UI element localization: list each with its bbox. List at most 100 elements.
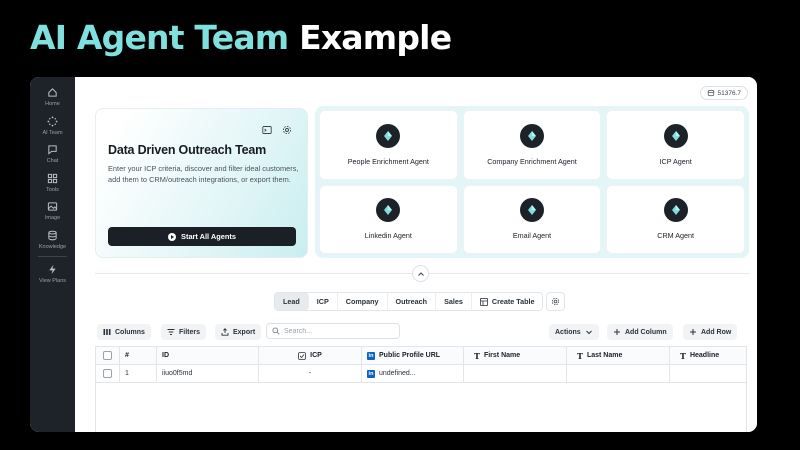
row-number: 1: [120, 365, 157, 382]
cell-last-name[interactable]: [567, 365, 670, 382]
tab-sales[interactable]: Sales: [436, 293, 472, 310]
terminal-icon[interactable]: [261, 124, 272, 135]
columns-button[interactable]: Columns: [97, 324, 151, 340]
select-all-cell: [96, 347, 120, 364]
credits-badge: 51376.7: [699, 86, 748, 100]
table-settings-button[interactable]: [546, 292, 565, 311]
agent-card-email[interactable]: Email Agent: [462, 184, 602, 254]
tab-outreach[interactable]: Outreach: [388, 293, 437, 310]
sidebar-item-chat[interactable]: Chat: [30, 144, 75, 164]
table-tabs: Lead ICP Company Outreach Sales Create T…: [274, 292, 544, 311]
collapse-button[interactable]: [412, 265, 429, 282]
column-header-headline[interactable]: T Headline: [670, 347, 746, 364]
column-header-last-name[interactable]: T Last Name: [567, 347, 670, 364]
select-all-checkbox[interactable]: [103, 351, 112, 360]
headline-plain: Example: [299, 18, 452, 57]
start-all-agents-button[interactable]: Start All Agents: [108, 227, 296, 246]
agent-card-people-enrichment[interactable]: People Enrichment Agent: [319, 110, 458, 180]
home-icon: [48, 88, 57, 97]
tab-create-table[interactable]: Create Table: [472, 293, 543, 310]
sidebar-item-label: Knowledge: [38, 244, 67, 250]
create-table-label: Create Table: [491, 297, 535, 306]
url-value: undefined...: [379, 370, 416, 377]
sidebar-item-knowledge[interactable]: Knowledge: [30, 230, 75, 250]
sidebar-item-tools[interactable]: Tools: [30, 173, 75, 193]
column-header-icp[interactable]: ICP: [259, 347, 362, 364]
agent-card-company-enrichment[interactable]: Company Enrichment Agent: [462, 110, 602, 180]
start-all-agents-label: Start All Agents: [181, 232, 236, 241]
cell-icp[interactable]: -: [259, 365, 362, 382]
agent-card-crm[interactable]: CRM Agent: [606, 184, 745, 254]
export-label: Export: [233, 328, 256, 336]
add-row-button[interactable]: Add Row: [683, 324, 738, 340]
text-type-icon: T: [474, 350, 480, 361]
plus-icon: [614, 329, 620, 335]
actions-dropdown[interactable]: Actions: [549, 324, 599, 340]
add-column-button[interactable]: Add Column: [607, 324, 673, 340]
team-description: Enter your ICP criteria, discover and fi…: [108, 164, 299, 184]
column-header-first-name[interactable]: T First Name: [464, 347, 567, 364]
row-select-cell: [96, 365, 120, 382]
filters-button[interactable]: Filters: [161, 324, 207, 340]
agent-grid: People Enrichment Agent Company Enrichme…: [315, 106, 749, 258]
text-type-icon: T: [680, 350, 686, 361]
sidebar-divider: [38, 256, 67, 257]
sidebar-item-view-plans[interactable]: View Plans: [30, 264, 75, 284]
agent-logo-icon: [376, 198, 401, 223]
linkedin-icon: in: [367, 369, 375, 378]
tab-lead[interactable]: Lead: [275, 293, 309, 310]
cell-first-name[interactable]: [464, 365, 567, 382]
row-checkbox[interactable]: [103, 369, 112, 378]
agent-name: Linkedin Agent: [364, 231, 412, 241]
agent-card-linkedin[interactable]: Linkedin Agent: [319, 184, 458, 254]
column-header-number[interactable]: #: [120, 347, 157, 364]
linkedin-icon: in: [367, 351, 375, 360]
sidebar: Home AI Team Chat Tools Image Knowledge …: [30, 77, 75, 432]
filter-icon: [167, 329, 175, 335]
headline-header-label: Headline: [689, 352, 720, 359]
last-name-header-label: Last Name: [586, 352, 623, 359]
headline-accent: AI Agent Team: [30, 18, 289, 57]
agent-name: ICP Agent: [659, 156, 692, 166]
leads-table: # ID ICP in Public Profile URL T First N…: [95, 346, 747, 432]
columns-label: Columns: [115, 328, 145, 336]
sidebar-item-label: Tools: [46, 187, 59, 193]
gear-icon[interactable]: [281, 124, 292, 135]
team-card: Data Driven Outreach Team Enter your ICP…: [95, 108, 308, 258]
tab-icp[interactable]: ICP: [309, 293, 338, 310]
cell-id[interactable]: iiuo0f5md: [157, 365, 259, 382]
agent-name: Company Enrichment Agent: [487, 156, 577, 166]
add-column-label: Add Column: [625, 328, 667, 336]
search-box[interactable]: [266, 323, 400, 339]
image-icon: [47, 202, 58, 211]
sidebar-item-image[interactable]: Image: [30, 201, 75, 221]
bolt-icon: [49, 264, 56, 275]
page-headline: AI Agent Team Example: [30, 16, 452, 60]
checkbox-icon: [298, 351, 306, 360]
chat-icon: [48, 145, 57, 155]
text-type-icon: T: [577, 350, 583, 361]
sidebar-item-home[interactable]: Home: [30, 87, 75, 107]
tab-company[interactable]: Company: [338, 293, 388, 310]
sparkle-icon: [47, 116, 58, 127]
export-icon: [221, 328, 229, 336]
agent-name: CRM Agent: [657, 231, 695, 241]
sidebar-item-label: View Plans: [38, 278, 67, 284]
export-button[interactable]: Export: [215, 324, 262, 340]
column-header-id[interactable]: ID: [157, 347, 259, 364]
sidebar-item-label: Chat: [46, 158, 59, 164]
coins-icon: [707, 89, 714, 97]
cell-public-profile-url[interactable]: in undefined...: [362, 365, 464, 382]
grid-icon: [47, 173, 58, 184]
plus-icon: [690, 329, 696, 335]
sidebar-item-ai-team[interactable]: AI Team: [30, 116, 75, 136]
search-input[interactable]: [284, 327, 394, 335]
column-header-public-profile-url[interactable]: in Public Profile URL: [362, 347, 464, 364]
table-row[interactable]: 1 iiuo0f5md - in undefined...: [96, 365, 746, 383]
agent-logo-icon: [376, 123, 401, 148]
chevron-up-icon: [417, 271, 424, 276]
cell-headline[interactable]: [670, 365, 746, 382]
agent-card-icp[interactable]: ICP Agent: [606, 110, 745, 180]
table-header-row: # ID ICP in Public Profile URL T First N…: [96, 347, 746, 365]
chevron-down-icon: [585, 330, 592, 335]
